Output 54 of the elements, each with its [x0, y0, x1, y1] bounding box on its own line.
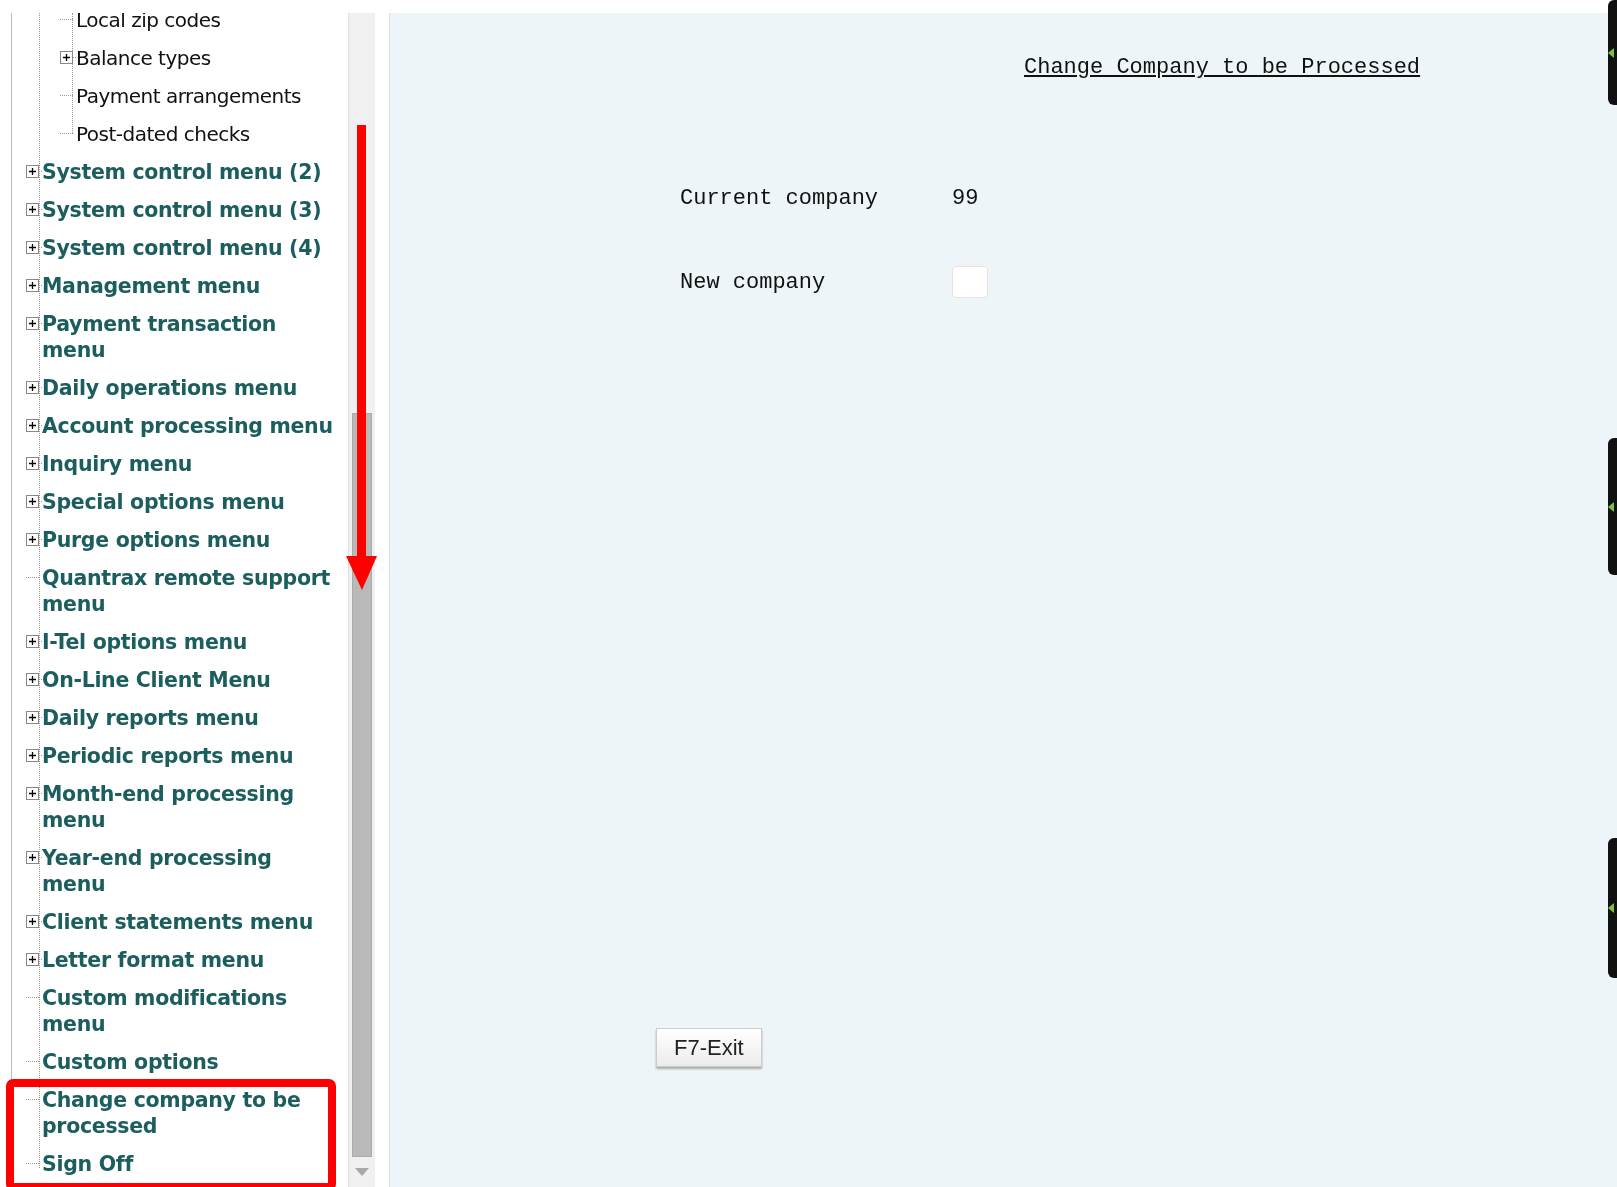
- tree-item[interactable]: On-Line Client Menu: [42, 667, 271, 693]
- expand-icon[interactable]: [26, 457, 39, 470]
- tree-item[interactable]: Balance types: [76, 45, 211, 71]
- expand-icon[interactable]: [26, 533, 39, 546]
- expand-icon[interactable]: [26, 673, 39, 686]
- side-handle[interactable]: [1608, 0, 1617, 105]
- tree-item[interactable]: Sign Off: [42, 1151, 134, 1177]
- expand-icon[interactable]: [26, 953, 39, 966]
- tree-item[interactable]: Post-dated checks: [76, 121, 250, 147]
- tree-item[interactable]: Special options menu: [42, 489, 285, 515]
- tree-item[interactable]: System control menu (2): [42, 159, 322, 185]
- expand-icon[interactable]: [26, 915, 39, 928]
- side-handle[interactable]: [1608, 838, 1617, 978]
- tree-item[interactable]: System control menu (4): [42, 235, 322, 261]
- expand-icon[interactable]: [26, 419, 39, 432]
- tree-item[interactable]: Quantrax remote support menu: [42, 565, 340, 617]
- expand-icon[interactable]: [26, 241, 39, 254]
- tree-item[interactable]: System control menu (3): [42, 197, 322, 223]
- expand-icon[interactable]: [26, 851, 39, 864]
- tree-item[interactable]: Payment transaction menu: [42, 311, 340, 363]
- expand-icon[interactable]: [26, 381, 39, 394]
- tree-item[interactable]: Daily reports menu: [42, 705, 259, 731]
- expand-icon[interactable]: [26, 279, 39, 292]
- expand-icon[interactable]: [26, 749, 39, 762]
- expand-icon[interactable]: [26, 787, 39, 800]
- tree-item[interactable]: Account processing menu: [42, 413, 333, 439]
- tree-item[interactable]: Custom modifications menu: [42, 985, 340, 1037]
- tree-item[interactable]: Month-end processing menu: [42, 781, 340, 833]
- page-title: Change Company to be Processed: [1024, 55, 1421, 80]
- expand-icon[interactable]: [26, 495, 39, 508]
- tree-item[interactable]: Year-end processing menu: [42, 845, 340, 897]
- expand-icon[interactable]: [26, 317, 39, 330]
- expand-icon[interactable]: [26, 711, 39, 724]
- tree-item[interactable]: I-Tel options menu: [42, 629, 248, 655]
- tree-item[interactable]: Inquiry menu: [42, 451, 192, 477]
- tree-item[interactable]: Management menu: [42, 273, 260, 299]
- tree-item[interactable]: Daily operations menu: [42, 375, 297, 401]
- input-field[interactable]: [952, 266, 988, 298]
- tree-item[interactable]: Purge options menu: [42, 527, 271, 553]
- expand-icon[interactable]: [60, 51, 73, 64]
- side-handle[interactable]: [1608, 438, 1617, 575]
- expand-icon[interactable]: [26, 203, 39, 216]
- field-label: Current company: [680, 185, 880, 211]
- tree-item[interactable]: Payment arrangements: [76, 83, 301, 109]
- tree-item[interactable]: Periodic reports menu: [42, 743, 294, 769]
- expand-icon[interactable]: [26, 165, 39, 178]
- field-label: New company: [680, 269, 827, 295]
- tree-item[interactable]: Letter format menu: [42, 947, 264, 973]
- expand-icon[interactable]: [26, 635, 39, 648]
- field-value: 99: [952, 185, 979, 211]
- exit-button[interactable]: F7-Exit: [656, 1028, 762, 1067]
- tree-item[interactable]: Change company to be processed: [42, 1087, 340, 1139]
- tree-item[interactable]: Custom options: [42, 1049, 219, 1075]
- tree-item[interactable]: Client statements menu: [42, 909, 313, 935]
